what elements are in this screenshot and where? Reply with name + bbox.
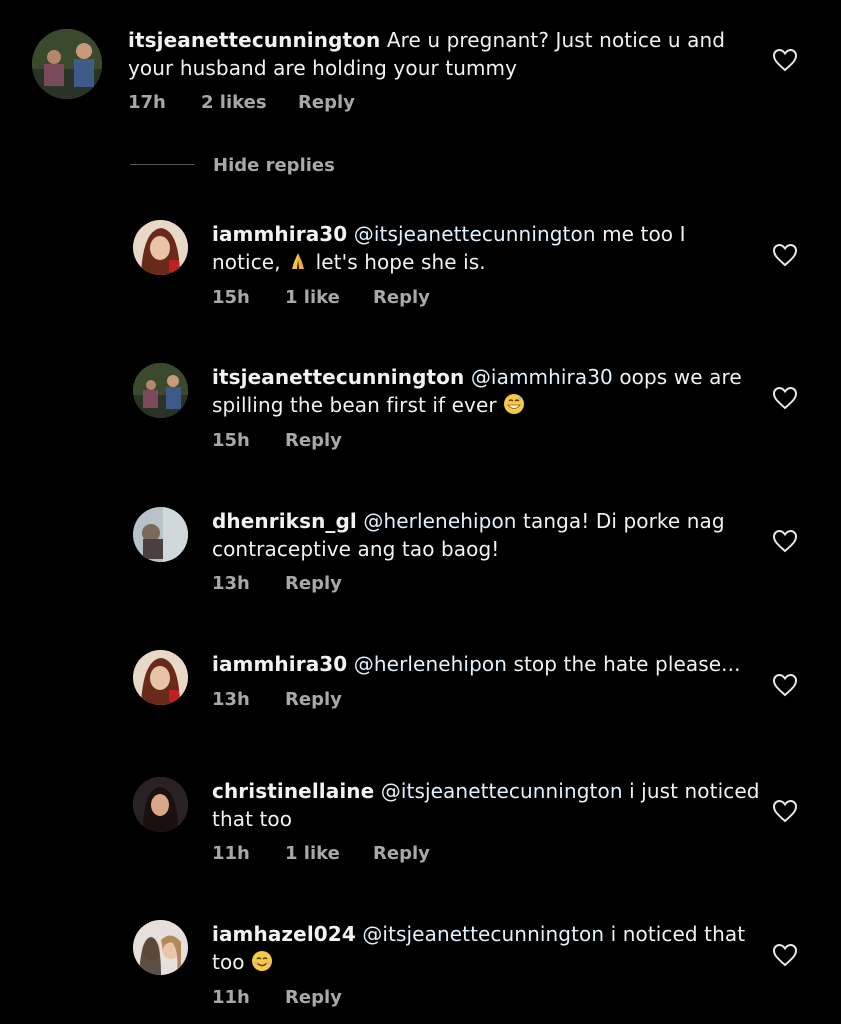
- heart-outline-icon[interactable]: [772, 386, 798, 410]
- mention-link[interactable]: @herlenehipon: [354, 652, 507, 676]
- comment-meta: 11h Reply: [212, 987, 342, 1008]
- avatar[interactable]: [133, 363, 188, 418]
- comment-body-line2: too: [212, 950, 245, 974]
- username[interactable]: iamhazel024: [212, 922, 356, 946]
- timestamp: 11h: [212, 987, 250, 1008]
- comment-body-line2-end: let's hope she is.: [315, 250, 486, 274]
- comment-body: stop the hate please...: [513, 652, 741, 676]
- comment-body-line2: notice,: [212, 250, 281, 274]
- hide-replies-button[interactable]: Hide replies: [213, 155, 335, 176]
- reply-button[interactable]: Reply: [285, 689, 342, 710]
- likes-count[interactable]: 1 like: [285, 843, 373, 864]
- timestamp: 15h: [212, 287, 250, 308]
- comment-body-line2: contraceptive ang tao baog!: [212, 537, 500, 561]
- heart-outline-icon[interactable]: [772, 673, 798, 697]
- reply-button[interactable]: Reply: [285, 430, 342, 451]
- avatar[interactable]: [133, 507, 188, 562]
- comment-text: iammhira30 @itsjeanettecunnington me too…: [212, 220, 686, 276]
- mention-link[interactable]: @itsjeanettecunnington: [354, 222, 596, 246]
- comment-body-line2: spilling the bean first if ever: [212, 393, 497, 417]
- mention-link[interactable]: @itsjeanettecunnington: [381, 779, 623, 803]
- likes-count[interactable]: 2 likes: [201, 92, 298, 113]
- mention-link[interactable]: @herlenehipon: [363, 509, 516, 533]
- comment-meta: 17h 2 likes Reply: [128, 92, 355, 113]
- comment-body: i noticed that: [610, 922, 746, 946]
- username[interactable]: itsjeanettecunnington: [212, 365, 464, 389]
- mention-link[interactable]: @itsjeanettecunnington: [362, 922, 604, 946]
- avatar[interactable]: [133, 220, 188, 275]
- heart-outline-icon[interactable]: [772, 943, 798, 967]
- username[interactable]: iammhira30: [212, 652, 347, 676]
- reply-button[interactable]: Reply: [373, 287, 430, 308]
- heart-outline-icon[interactable]: [772, 48, 798, 72]
- timestamp: 11h: [212, 843, 250, 864]
- comment-body: me too I: [595, 222, 686, 246]
- username[interactable]: christinellaine: [212, 779, 374, 803]
- heart-outline-icon[interactable]: [772, 243, 798, 267]
- timestamp: 13h: [212, 689, 250, 710]
- avatar[interactable]: [32, 29, 102, 99]
- comment-body-line2: your husband are holding your tummy: [128, 56, 518, 80]
- comment-meta: 13h Reply: [212, 689, 342, 710]
- likes-count[interactable]: 1 like: [285, 287, 373, 308]
- mention-link[interactable]: @iammhira30: [471, 365, 613, 389]
- comment-text: iamhazel024 @itsjeanettecunnington i not…: [212, 920, 745, 976]
- comment-body: tanga! Di porke nag: [523, 509, 725, 533]
- comment-body: i just noticed: [629, 779, 760, 803]
- smiling-face-emoji: [252, 951, 273, 971]
- avatar[interactable]: [133, 650, 188, 705]
- avatar[interactable]: [133, 777, 188, 832]
- username[interactable]: iammhira30: [212, 222, 347, 246]
- comment-text: itsjeanettecunnington Are u pregnant? Ju…: [128, 26, 725, 82]
- grinning-sweat-emoji: [504, 394, 525, 414]
- comment-body: oops we are: [619, 365, 742, 389]
- comment-text: dhenriksn_gl @herlenehipon tanga! Di por…: [212, 507, 725, 563]
- comment-text: christinellaine @itsjeanettecunnington i…: [212, 777, 760, 833]
- comment-meta: 11h 1 like Reply: [212, 843, 430, 864]
- comment-meta: 15h 1 like Reply: [212, 287, 430, 308]
- heart-outline-icon[interactable]: [772, 529, 798, 553]
- timestamp: 17h: [128, 92, 166, 113]
- comment-text: itsjeanettecunnington @iammhira30 oops w…: [212, 363, 742, 419]
- divider: [130, 164, 194, 165]
- username[interactable]: itsjeanettecunnington: [128, 28, 380, 52]
- heart-outline-icon[interactable]: [772, 799, 798, 823]
- timestamp: 15h: [212, 430, 250, 451]
- avatar[interactable]: [133, 920, 188, 975]
- comment-body-line2: that too: [212, 807, 293, 831]
- reply-button[interactable]: Reply: [285, 573, 342, 594]
- folded-hands-emoji: [292, 253, 305, 269]
- reply-button[interactable]: Reply: [373, 843, 430, 864]
- comment-meta: 13h Reply: [212, 573, 342, 594]
- reply-button[interactable]: Reply: [285, 987, 342, 1008]
- comment-text: iammhira30 @herlenehipon stop the hate p…: [212, 650, 741, 678]
- comment-body: Are u pregnant? Just notice u and: [386, 28, 726, 52]
- timestamp: 13h: [212, 573, 250, 594]
- comment-meta: 15h Reply: [212, 430, 342, 451]
- reply-button[interactable]: Reply: [298, 92, 355, 113]
- username[interactable]: dhenriksn_gl: [212, 509, 357, 533]
